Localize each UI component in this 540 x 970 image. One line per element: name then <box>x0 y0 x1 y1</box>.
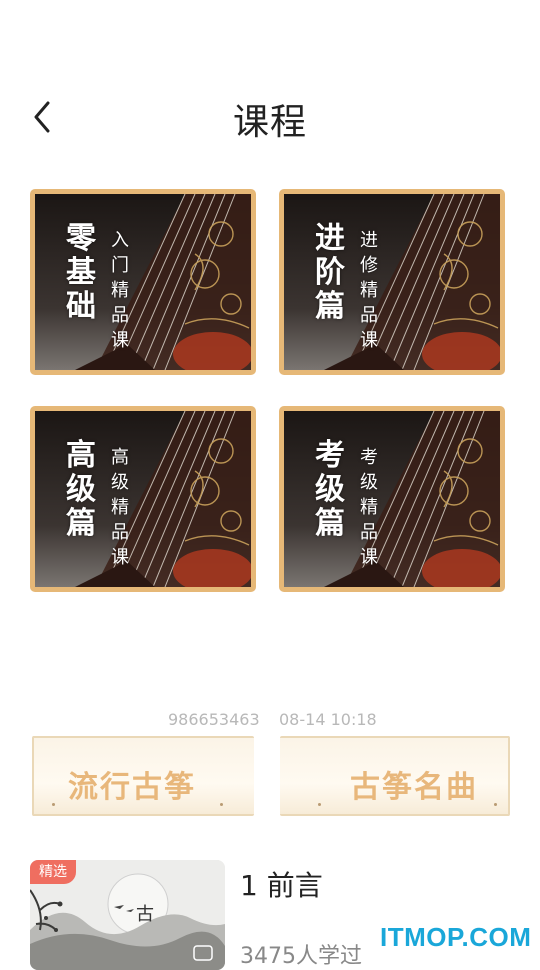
course-card-exam[interactable]: 考级篇 考级精品课 <box>279 406 505 592</box>
course-subtitle-char: 品 <box>111 522 129 543</box>
course-subtitle-char: 课 <box>360 547 378 568</box>
course-subtitle-char: 精 <box>360 280 378 301</box>
course-subtitle-char: 进 <box>360 230 378 251</box>
course-subtitle-char: 精 <box>111 497 129 518</box>
meta-id: 986653463 <box>168 710 260 729</box>
course-title-char: 高 <box>66 438 96 473</box>
course-subtitle-char: 品 <box>360 305 378 326</box>
site-watermark: ITMOP.COM <box>380 922 532 952</box>
course-subtitle: 考级精品课 <box>356 445 382 570</box>
course-title: 考级篇 <box>310 439 350 541</box>
course-subtitle-char: 入 <box>111 230 129 251</box>
course-title-char: 础 <box>66 289 96 324</box>
course-title-char: 阶 <box>315 255 345 290</box>
course-title-char: 篇 <box>66 506 96 541</box>
category-label: 古筝名曲 <box>350 770 478 805</box>
course-title-char: 进 <box>315 221 345 256</box>
course-title-char: 篇 <box>315 289 345 324</box>
course-title-char: 级 <box>315 472 345 507</box>
course-card-senior[interactable]: 高级篇 高级精品课 <box>30 406 256 592</box>
course-subtitle-char: 课 <box>360 330 378 351</box>
banner-dot <box>494 803 497 806</box>
course-subtitle-char: 精 <box>360 497 378 518</box>
category-label: 流行古筝 <box>68 770 196 805</box>
course-subtitle-char: 考 <box>360 447 378 468</box>
course-subtitle: 入门精品课 <box>107 228 133 353</box>
course-subtitle-char: 课 <box>111 330 129 351</box>
course-card-advanced[interactable]: 进阶篇 进修精品课 <box>279 189 505 375</box>
top-bar: 课程 <box>0 85 540 149</box>
lesson-learner-count: 3475人学过 <box>240 944 362 969</box>
course-subtitle-char: 高 <box>111 447 129 468</box>
course-title-char: 级 <box>66 472 96 507</box>
course-subtitle-char: 级 <box>360 472 378 493</box>
course-title-char: 考 <box>315 438 345 473</box>
course-title-char: 基 <box>66 255 96 290</box>
course-title: 进阶篇 <box>310 222 350 324</box>
lesson-thumbnail: 古 精选 <box>30 860 225 970</box>
course-subtitle-char: 品 <box>111 305 129 326</box>
page-title: 课程 <box>232 102 307 143</box>
banner-dot <box>52 803 55 806</box>
course-subtitle-char: 修 <box>360 255 378 276</box>
course-title: 高级篇 <box>61 439 101 541</box>
course-title-char: 篇 <box>315 506 345 541</box>
meta-time: 08-14 10:18 <box>279 710 377 729</box>
lesson-title: 1 前言 <box>240 869 323 902</box>
course-subtitle: 高级精品课 <box>107 445 133 570</box>
category-banner-popular[interactable]: 流行古筝 <box>32 736 254 816</box>
course-title: 零基础 <box>61 222 101 324</box>
course-subtitle-char: 门 <box>111 255 129 276</box>
banner-dot <box>318 803 321 806</box>
featured-badge: 精选 <box>30 860 76 884</box>
course-subtitle-char: 品 <box>360 522 378 543</box>
course-subtitle-char: 课 <box>111 547 129 568</box>
category-banner-classics[interactable]: 古筝名曲 <box>280 736 510 816</box>
course-subtitle: 进修精品课 <box>356 228 382 353</box>
course-card-beginner[interactable]: 零基础 入门精品课 <box>30 189 256 375</box>
thumb-char: 古 <box>136 904 154 925</box>
course-subtitle-char: 精 <box>111 280 129 301</box>
course-title-char: 零 <box>66 221 96 256</box>
course-subtitle-char: 级 <box>111 472 129 493</box>
banner-dot <box>220 803 223 806</box>
